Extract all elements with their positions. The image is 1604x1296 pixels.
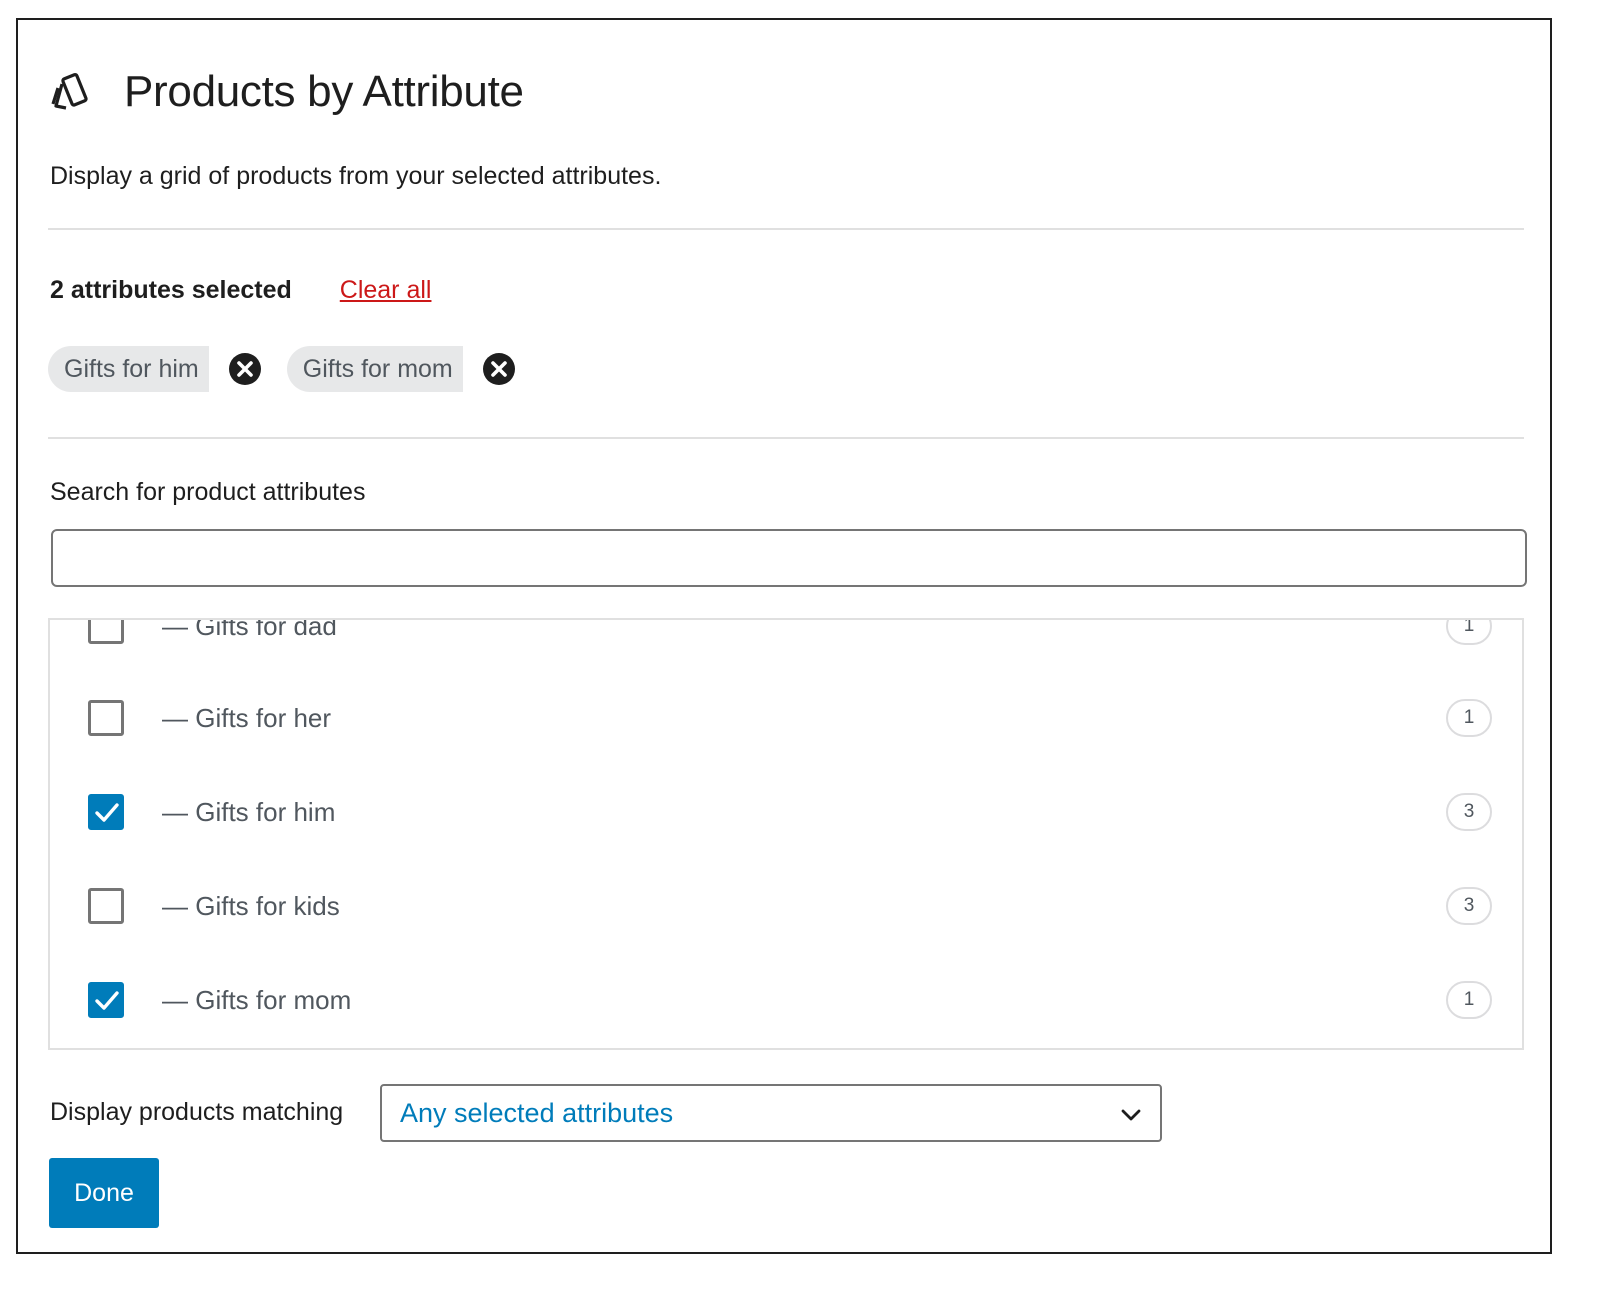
chip-label: Gifts for him <box>48 346 209 392</box>
search-input[interactable] <box>51 529 1527 587</box>
matching-select-value: Any selected attributes <box>400 1097 674 1128</box>
item-label: — Gifts for mom <box>162 984 352 1015</box>
matching-label: Display products matching <box>50 1098 344 1126</box>
chip-gifts-for-mom: Gifts for mom <box>286 346 515 392</box>
list-item[interactable]: — Gifts for dad 1 <box>50 618 1522 656</box>
search-label: Search for product attributes <box>50 478 366 506</box>
checkbox[interactable] <box>88 700 124 736</box>
checkbox-checked[interactable] <box>88 982 124 1018</box>
count-badge: 1 <box>1446 981 1492 1019</box>
done-button[interactable]: Done <box>49 1158 159 1228</box>
item-label: — Gifts for him <box>162 796 336 827</box>
checkmark-icon <box>95 991 119 1010</box>
item-label: — Gifts for dad <box>162 618 337 641</box>
remove-circle-icon[interactable] <box>482 353 515 385</box>
checkbox-checked[interactable] <box>88 794 124 830</box>
count-badge: 1 <box>1446 699 1492 737</box>
selected-count: 2 attributes selected <box>50 276 292 304</box>
checkbox[interactable] <box>88 620 124 644</box>
list-item[interactable]: — Gifts for mom 1 <box>50 970 1522 1030</box>
chip-gifts-for-him: Gifts for him <box>48 346 261 392</box>
block-header: Products by Attribute <box>50 64 524 120</box>
checkbox[interactable] <box>88 888 124 924</box>
block-title: Products by Attribute <box>124 67 524 116</box>
chip-label: Gifts for mom <box>286 346 463 392</box>
chevron-down-icon <box>1121 1109 1141 1121</box>
selected-chips: Gifts for him Gifts for mom <box>48 346 541 392</box>
selection-header: 2 attributes selected Clear all <box>50 276 431 305</box>
list-item[interactable]: — Gifts for him 3 <box>50 782 1522 842</box>
count-badge: 3 <box>1446 887 1492 925</box>
clear-all-button[interactable]: Clear all <box>340 276 432 305</box>
item-label: — Gifts for kids <box>162 890 340 921</box>
divider <box>48 228 1524 230</box>
block-description: Display a grid of products from your sel… <box>50 162 662 190</box>
divider <box>48 437 1524 439</box>
matching-select[interactable]: Any selected attributes <box>380 1084 1162 1142</box>
item-label: — Gifts for her <box>162 702 332 733</box>
list-item[interactable]: — Gifts for her 1 <box>50 688 1522 748</box>
list-item[interactable]: — Gifts for kids 3 <box>50 876 1522 936</box>
attribute-list[interactable]: — Gifts for dad 1 — Gifts for her 1 — Gi… <box>48 618 1524 1050</box>
count-badge: 3 <box>1446 793 1492 831</box>
remove-circle-icon[interactable] <box>228 353 261 385</box>
count-badge: 1 <box>1446 620 1492 645</box>
block-placeholder: Products by Attribute Display a grid of … <box>16 18 1552 1254</box>
checkmark-icon <box>95 803 119 822</box>
product-tag-icon <box>50 70 94 114</box>
